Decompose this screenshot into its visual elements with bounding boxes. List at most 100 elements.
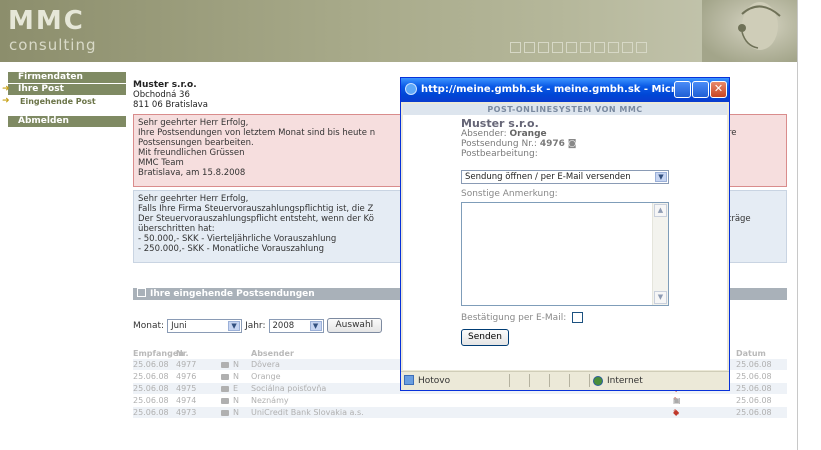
cell-sender: Sociálna poisťovňa <box>251 384 327 393</box>
cell-date: 25.06.08 <box>736 396 772 405</box>
cell-flag: N <box>233 372 239 381</box>
sidebar-item-abmelden[interactable]: Abmelden <box>8 116 126 127</box>
stamp-icon[interactable]: ◆ <box>673 407 679 418</box>
confirm-label: Bestätigung per E-Mail: <box>461 312 567 323</box>
cell-date: 25.06.08 <box>736 408 772 417</box>
send-button[interactable]: Senden <box>461 329 509 346</box>
sidebar-item-ihre-post[interactable]: ➜ Ihre Post <box>2 84 126 95</box>
processing-select-box[interactable]: Sendung öffnen / per E-Mail versenden ▼ <box>461 170 669 184</box>
minimize-button[interactable] <box>674 81 691 98</box>
month-value: Juni <box>171 320 187 331</box>
section-title-text: Ihre eingehende Postsendungen <box>150 289 315 299</box>
logo-consulting: consulting <box>9 36 97 54</box>
address-block: Muster s.r.o. Obchodná 36 811 06 Bratisl… <box>133 80 208 110</box>
globe-icon <box>593 376 603 386</box>
popup-heading: POST-ONLINESYSTEM VON MMC <box>403 104 727 115</box>
month-select[interactable]: Juni ▼ <box>167 318 243 333</box>
notice-line: Ihre Postsendungen von letztem Monat sin… <box>138 128 376 138</box>
maximize-button[interactable] <box>692 81 709 98</box>
cell-flag: N <box>233 408 239 417</box>
cell-flag: N <box>233 360 239 369</box>
year-select[interactable]: 2008 ▼ <box>268 318 324 333</box>
arrow-right-icon: ➜ <box>2 84 10 94</box>
month-label: Monat: <box>133 320 165 331</box>
camera-icon: ◙ <box>567 139 577 149</box>
sidebar-item-label: Eingehende Post <box>20 97 96 106</box>
header-photo <box>702 0 797 62</box>
cell-nr: 4973 <box>176 408 197 417</box>
filter-bar: Monat: Juni ▼ Jahr: 2008 ▼ Auswahl <box>133 318 383 333</box>
city: 811 06 Bratislava <box>133 100 208 110</box>
cell-received: 25.06.08 <box>133 408 169 417</box>
cell-date: 25.06.08 <box>736 360 772 369</box>
sidebar-item-label: Abmelden <box>18 116 69 126</box>
ie-icon <box>405 83 417 95</box>
camera-icon <box>221 374 229 380</box>
sender-label: Absender: <box>461 129 507 139</box>
notice-line-right: träge <box>728 214 751 224</box>
cell-date: 25.06.08 <box>736 384 772 393</box>
table-row[interactable]: 25.06.08 4974 N Neznámy ✎ ▤ ▣ 25.06.08 <box>133 395 787 406</box>
scrollbar[interactable]: ▲ ▼ <box>652 203 668 305</box>
notice-line: Der Steuervorauszahlungspflicht entsteht… <box>138 214 374 224</box>
cell-date: 25.06.08 <box>736 372 772 381</box>
sidebar-item-label: Firmendaten <box>18 72 83 82</box>
popup-details: Muster s.r.o. Absender: Orange Postsendu… <box>461 117 577 159</box>
cell-sender: Neznámy <box>251 396 289 405</box>
camera-icon <box>221 410 229 416</box>
cell-received: 25.06.08 <box>133 384 169 393</box>
processing-value: Sendung öffnen / per E-Mail versenden <box>465 172 631 182</box>
confirm-checkbox[interactable] <box>572 312 584 323</box>
shipment-label: Postsendung Nr.: <box>461 139 537 149</box>
status-zone: Internet <box>607 376 643 386</box>
popup-company: Muster s.r.o. <box>461 117 539 130</box>
cell-sender: Dôvera <box>251 360 280 369</box>
page-icon <box>404 375 414 385</box>
cell-sender: Orange <box>251 372 281 381</box>
cell-received: 25.06.08 <box>133 396 169 405</box>
camera-icon <box>221 362 229 368</box>
confirm-row: Bestätigung per E-Mail: <box>461 312 584 323</box>
scroll-down-icon[interactable]: ▼ <box>654 291 667 304</box>
sender-value: Orange <box>509 129 547 139</box>
header-banner: MMC consulting <box>0 0 797 62</box>
popup-statusbar: Hotovo Internet <box>401 371 729 390</box>
popup-titlebar[interactable]: http://meine.gmbh.sk - meine.gmbh.sk - M… <box>401 78 729 102</box>
close-button[interactable]: ✕ <box>710 81 727 98</box>
scan-icon[interactable]: ▣ <box>673 395 681 406</box>
chevron-down-icon: ▼ <box>228 320 241 331</box>
comment-label: Sonstige Anmerkung: <box>461 189 558 199</box>
popup-title: http://meine.gmbh.sk - meine.gmbh.sk - M… <box>421 84 686 95</box>
cell-nr: 4975 <box>176 384 197 393</box>
comment-textarea[interactable]: ▲ ▼ <box>461 202 669 306</box>
street: Obchodná 36 <box>133 90 190 100</box>
chevron-down-icon: ▼ <box>309 320 322 331</box>
company-name: Muster s.r.o. <box>133 80 197 90</box>
auswahl-button[interactable]: Auswahl <box>326 318 383 333</box>
arrow-right-icon: ➜ <box>2 96 10 106</box>
decorative-squares <box>510 42 647 53</box>
camera-icon <box>221 386 229 392</box>
sidebar: Firmendaten ➜ Ihre Post ➜ Eingehende Post … <box>2 72 126 128</box>
status-text: Hotovo <box>418 376 451 386</box>
cell-flag: N <box>233 396 239 405</box>
popup-content: POST-ONLINESYSTEM VON MMC Muster s.r.o. … <box>403 104 727 370</box>
sidebar-item-eingehende-post[interactable]: ➜ Eingehende Post <box>2 96 126 107</box>
cell-sender: UniCredit Bank Slovakia a.s. <box>251 408 364 417</box>
sidebar-item-label: Ihre Post <box>18 84 64 94</box>
table-row[interactable]: 25.06.08 4973 N UniCredit Bank Slovakia … <box>133 407 787 418</box>
camera-icon <box>221 398 229 404</box>
processing-label: Postbearbeitung: <box>461 149 538 159</box>
cell-nr: 4974 <box>176 396 197 405</box>
send-wrap: Senden <box>461 329 509 346</box>
scroll-up-icon[interactable]: ▲ <box>654 204 667 217</box>
col-date: Datum <box>736 349 766 358</box>
year-label: Jahr: <box>245 320 266 331</box>
sidebar-item-firmendaten[interactable]: Firmendaten <box>8 72 126 83</box>
shipment-value: 4976 <box>539 139 565 149</box>
cell-nr: 4977 <box>176 360 197 369</box>
cell-nr: 4976 <box>176 372 197 381</box>
popup-window: http://meine.gmbh.sk - meine.gmbh.sk - M… <box>400 77 730 391</box>
processing-select[interactable]: Sendung öffnen / per E-Mail versenden ▼ <box>461 170 669 184</box>
chevron-down-icon: ▼ <box>655 172 667 182</box>
